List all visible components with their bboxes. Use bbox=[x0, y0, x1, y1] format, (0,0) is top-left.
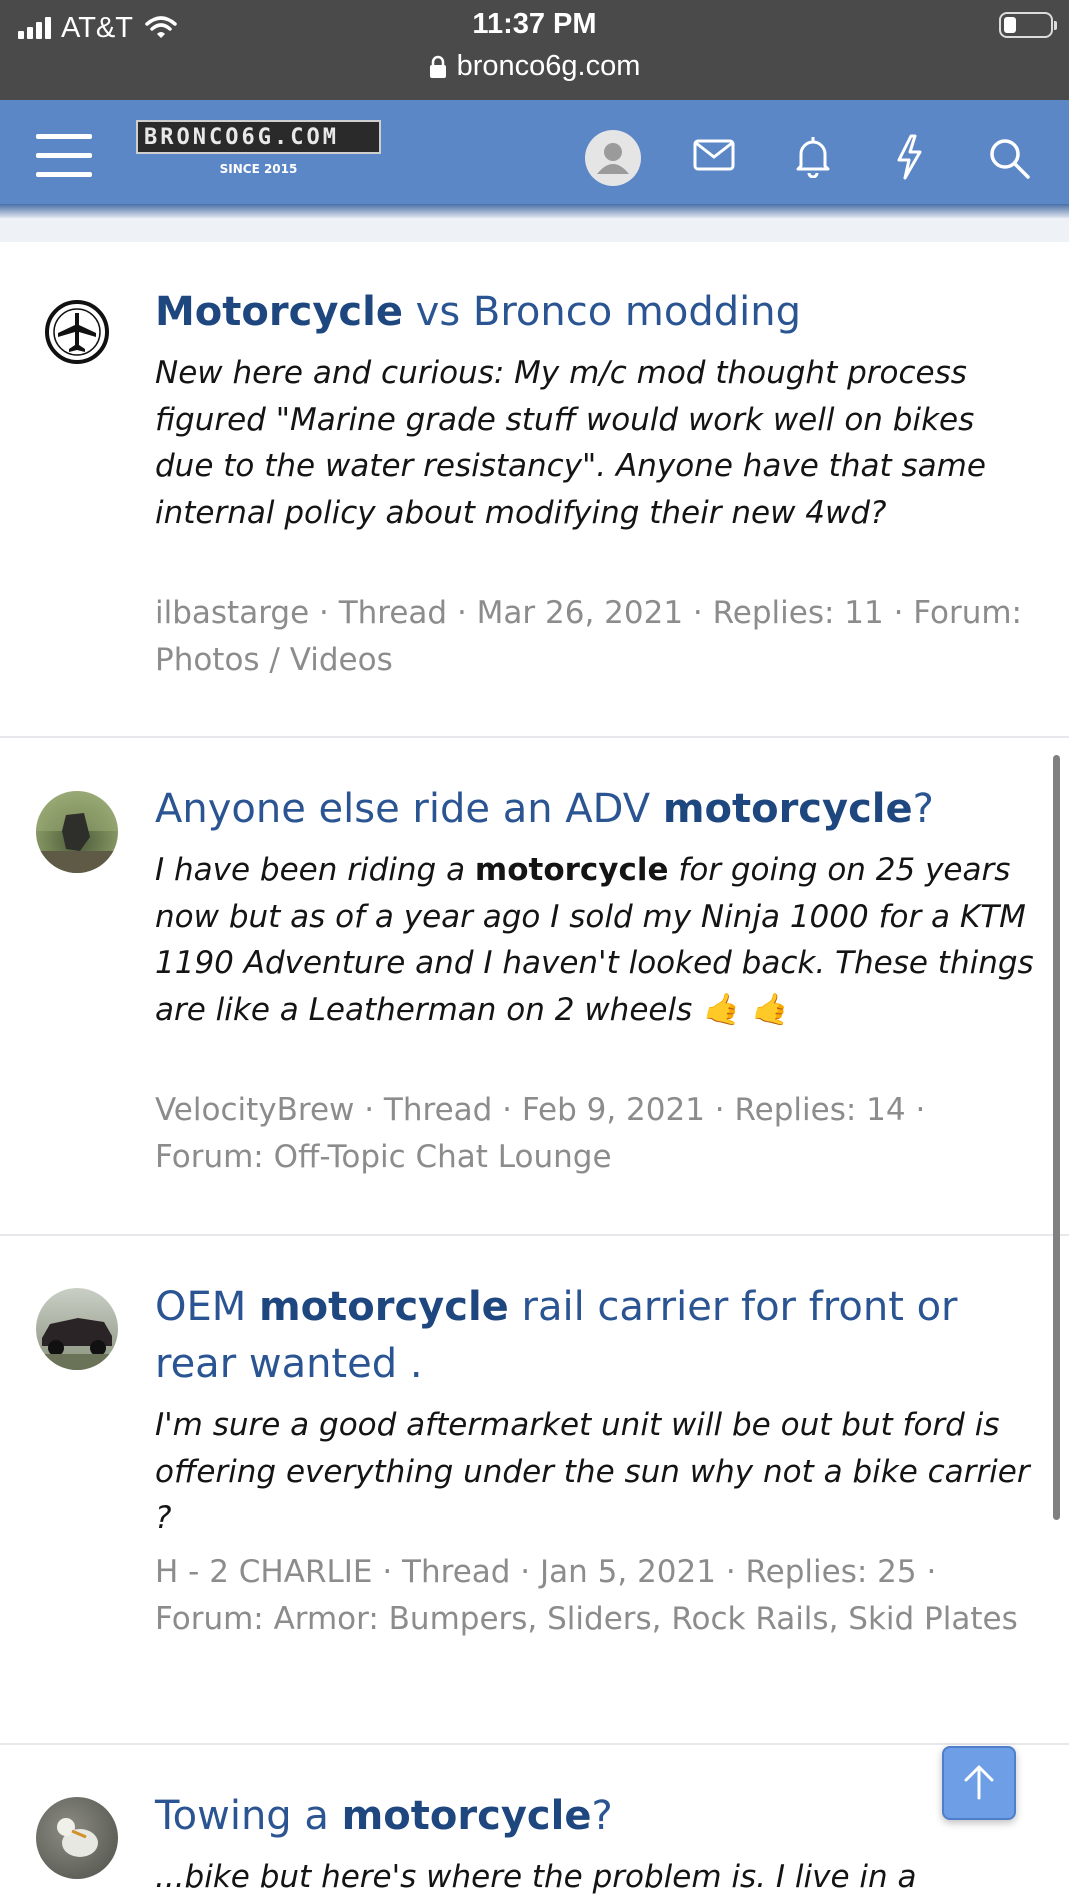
lock-icon bbox=[429, 55, 446, 78]
user-silhouette-icon bbox=[597, 143, 629, 174]
truck-photo bbox=[36, 1318, 118, 1370]
thread-title[interactable]: Motorcycle vs Bronco modding bbox=[155, 284, 1035, 341]
avatar[interactable] bbox=[36, 791, 118, 873]
avatar[interactable] bbox=[36, 1797, 118, 1879]
thread-meta: ilbastarge · Thread · Mar 26, 2021 · Rep… bbox=[155, 595, 1023, 678]
motorcycle-photo bbox=[36, 791, 118, 873]
arrow-up-icon bbox=[964, 1765, 994, 1800]
dog-photo bbox=[57, 1818, 98, 1857]
divider bbox=[0, 1743, 1069, 1745]
thread-meta: VelocityBrew · Thread · Feb 9, 2021 · Re… bbox=[155, 1092, 926, 1175]
envelope-icon[interactable] bbox=[693, 138, 735, 172]
thread-title[interactable]: OEM motorcycle rail carrier for front or… bbox=[155, 1279, 1035, 1393]
back-to-top-button[interactable] bbox=[942, 1746, 1016, 1820]
thread-snippet: New here and curious: My m/c mod thought… bbox=[155, 355, 986, 531]
thread-meta: H - 2 CHARLIE · Thread · Jan 5, 2021 · R… bbox=[155, 1554, 1018, 1637]
clock: 11:37 PM bbox=[472, 8, 597, 40]
header-shadow bbox=[0, 204, 1069, 218]
status-bar: AT&T 11:37 PM bronco6g.com bbox=[0, 0, 1069, 100]
divider bbox=[0, 1234, 1069, 1236]
menu-icon[interactable] bbox=[36, 134, 92, 178]
address-bar[interactable]: bronco6g.com bbox=[0, 50, 1069, 83]
lightning-icon[interactable] bbox=[893, 134, 925, 180]
battery-icon bbox=[999, 12, 1057, 38]
avatar[interactable] bbox=[36, 1288, 118, 1370]
thread-snippet: I have been riding a motorcycle for goin… bbox=[155, 852, 1034, 1028]
logo-tagline: SINCE 2015 bbox=[219, 162, 298, 176]
url-text: bronco6g.com bbox=[456, 50, 641, 82]
thread-title[interactable]: Towing a motorcycle? bbox=[155, 1788, 1035, 1845]
search-icon[interactable] bbox=[987, 136, 1031, 180]
thread-snippet: I'm sure a good aftermarket unit will be… bbox=[155, 1407, 1030, 1536]
header-underlay bbox=[0, 218, 1069, 242]
bell-icon[interactable] bbox=[793, 134, 833, 178]
user-icon[interactable] bbox=[585, 130, 641, 186]
logo-wordmark: BRONCO6G.COM bbox=[136, 120, 381, 154]
bomber-badge-icon bbox=[45, 300, 109, 364]
site-logo[interactable]: BRONCO6G.COM SINCE 2015 bbox=[136, 120, 381, 180]
thread-snippet: ...bike but here's where the problem is.… bbox=[155, 1859, 917, 1895]
divider bbox=[0, 736, 1069, 738]
thread-title[interactable]: Anyone else ride an ADV motorcycle? bbox=[155, 781, 1035, 838]
avatar[interactable] bbox=[36, 291, 118, 373]
scrollbar[interactable] bbox=[1053, 755, 1060, 1520]
